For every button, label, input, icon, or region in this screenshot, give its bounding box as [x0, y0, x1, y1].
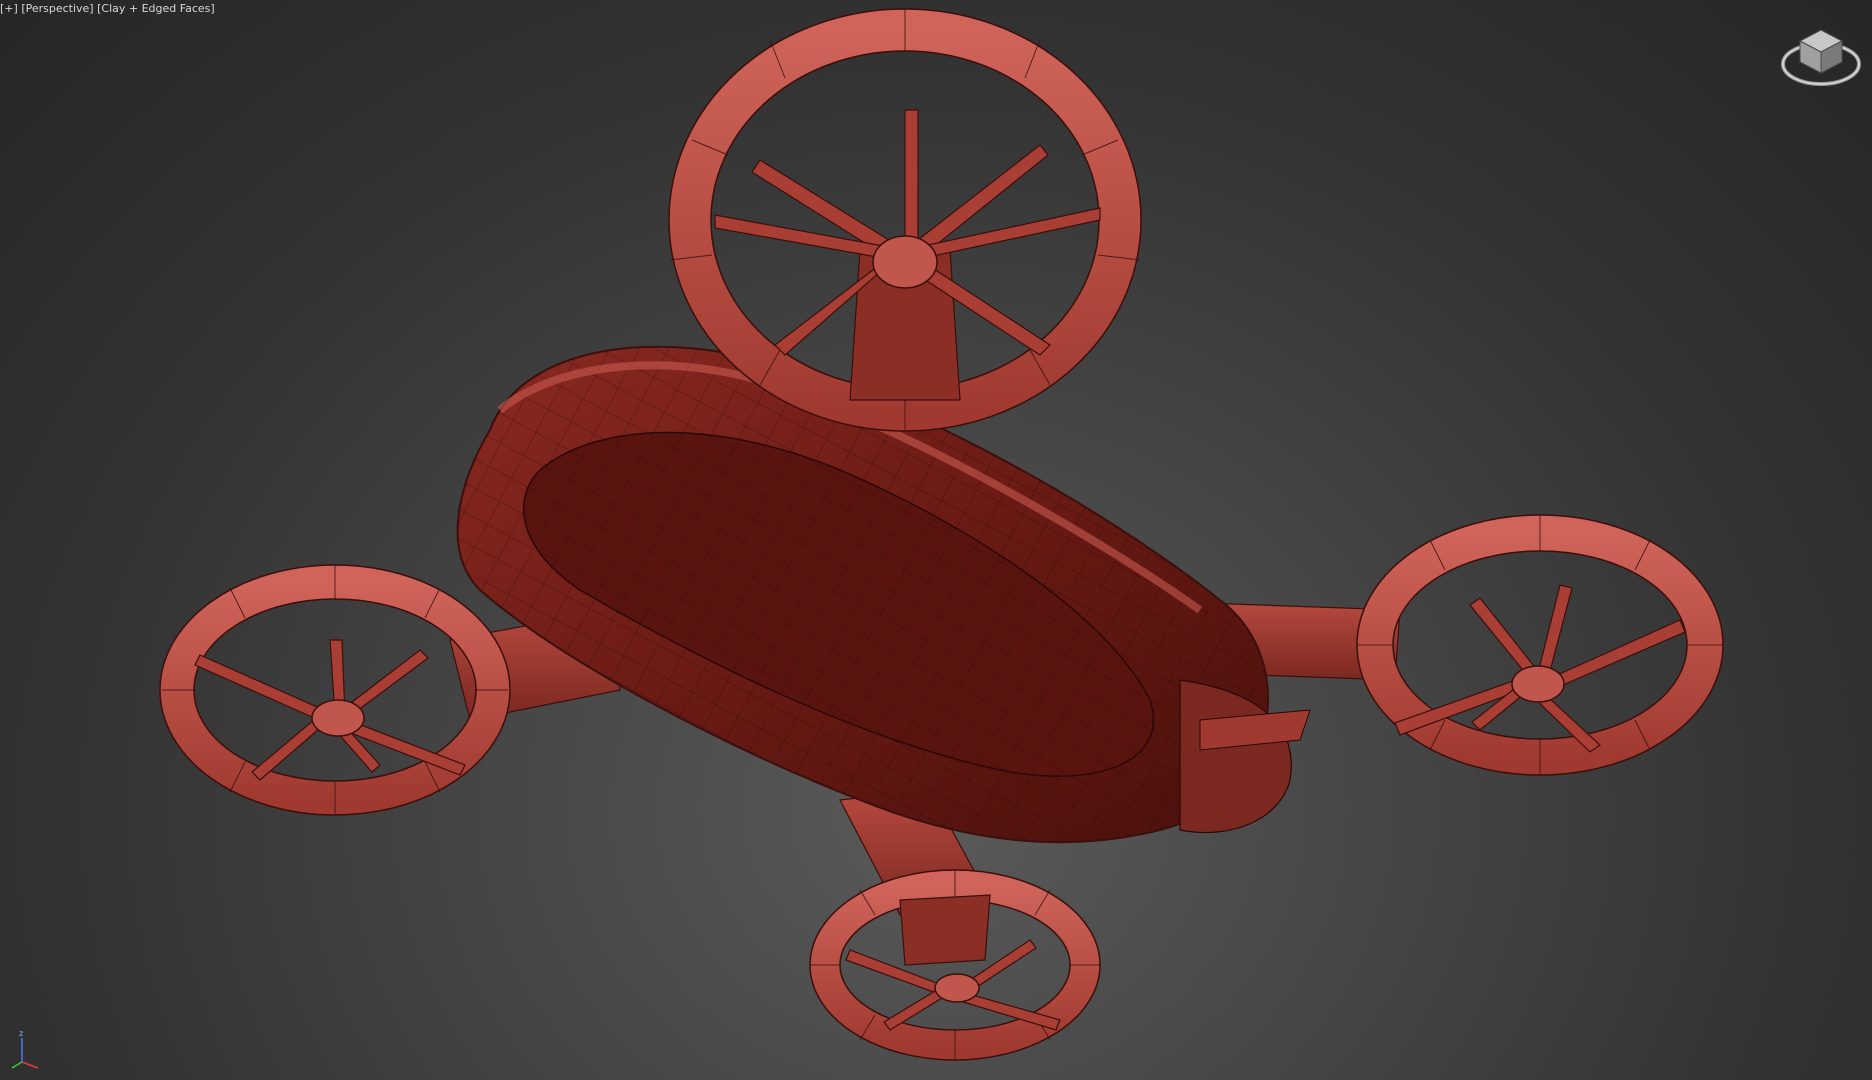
viewcube-icon[interactable] — [1778, 24, 1864, 90]
rotor-top — [668, 8, 1142, 432]
axis-z-label: z — [19, 1029, 23, 1038]
3d-viewport[interactable]: [+] [Perspective] [Clay + Edged Faces] z — [0, 0, 1872, 1080]
axis-tripod-icon: z — [11, 1029, 39, 1069]
rotor-left — [159, 564, 511, 816]
drone-model[interactable] — [0, 0, 1872, 1080]
rotor-right — [1356, 514, 1724, 776]
rotor-bottom — [809, 869, 1101, 1061]
